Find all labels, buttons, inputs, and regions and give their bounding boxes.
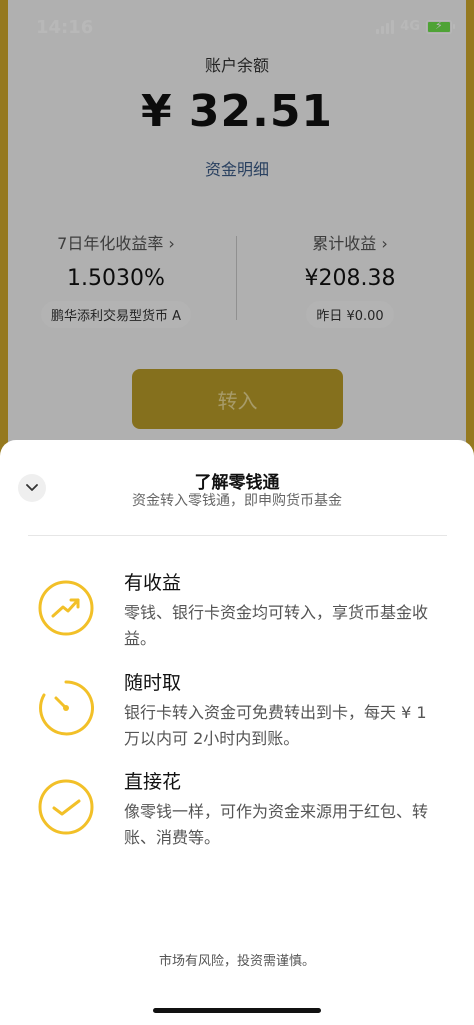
trend-up-icon — [38, 580, 94, 636]
dim-overlay[interactable] — [0, 0, 474, 460]
feature-desc: 零钱、银行卡资金均可转入，享货币基金收益。 — [124, 603, 429, 649]
feature-title: 有收益 — [124, 572, 182, 594]
feature-desc: 银行卡转入资金可免费转出到卡，每天 ¥ 1万以内可 2小时内到账。 — [124, 703, 427, 749]
checkmark-icon — [38, 779, 94, 835]
gauge-icon — [39, 680, 95, 736]
info-bottom-sheet: 了解零钱通 资金转入零钱通，即申购货币基金 有收益 零钱、银行卡资金均可转入，享… — [0, 440, 474, 1025]
risk-note: 市场有风险，投资需谨慎。 — [158, 954, 315, 969]
feature-desc: 像零钱一样，可作为资金来源用于红包、转账、消费等。 — [124, 802, 429, 848]
app-frame: 14:16 4G ⚡ 账户余额 ¥ 32.51 资金明细 7日年化收益率 › 1… — [0, 0, 474, 1025]
feature-title: 随时取 — [124, 672, 182, 694]
home-indicator[interactable] — [153, 1008, 321, 1013]
sheet-subtitle: 资金转入零钱通，即申购货币基金 — [132, 493, 342, 509]
feature-title: 直接花 — [124, 771, 182, 793]
sheet-divider — [28, 535, 447, 536]
